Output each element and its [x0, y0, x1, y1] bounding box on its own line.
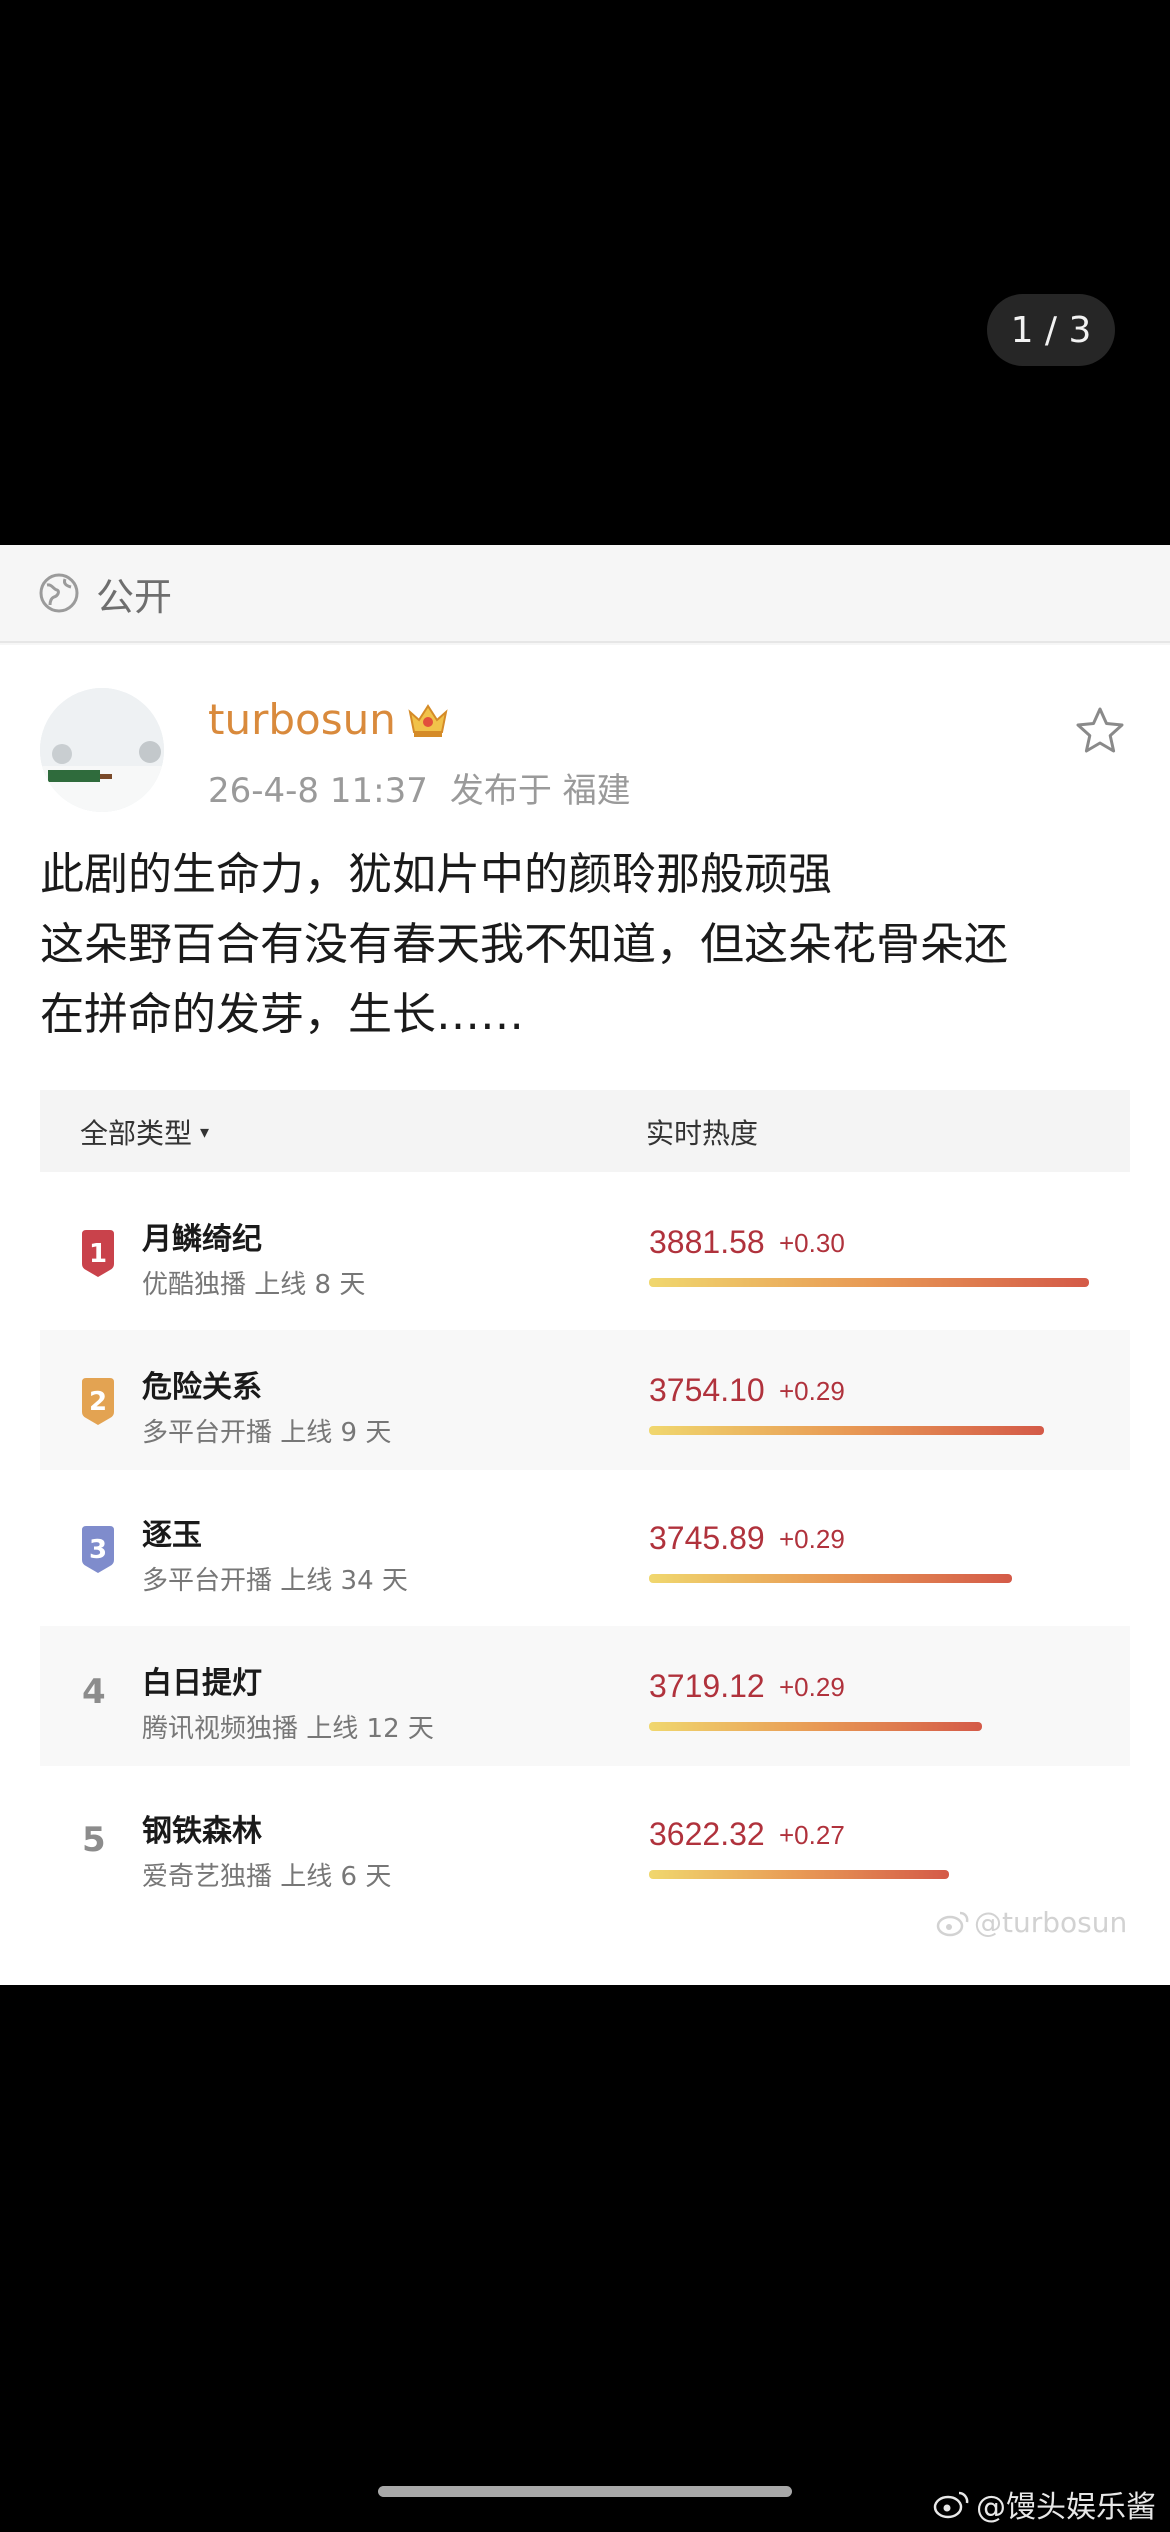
- post-meta: 26-4-8 11:37 发布于 福建: [208, 763, 631, 812]
- heat-score: 3745.89: [649, 1520, 765, 1556]
- show-title: 月鳞绮纪: [142, 1222, 262, 1257]
- show-title: 白日提灯: [142, 1666, 262, 1701]
- screenshot-image[interactable]: 公开 turbosun 26-4-8 11:37 发布于 福建 此剧的生命力，犹…: [0, 545, 1170, 1985]
- caret-down-icon: ▾: [200, 1121, 210, 1143]
- type-filter-label: 全部类型: [80, 1117, 193, 1150]
- heat-delta: +0.29: [779, 1376, 845, 1406]
- rank-number: 2: [88, 1387, 108, 1417]
- heat-bar: [649, 1278, 1089, 1287]
- heat-score: 3622.32: [649, 1816, 765, 1852]
- crown-icon: [408, 703, 448, 737]
- globe-icon: [39, 573, 79, 613]
- star-outline-icon[interactable]: [1074, 705, 1126, 757]
- ranking-table-image: 全部类型 ▾ 实时热度 1 月鳞绮纪优酷独播 上线 8 天 3881.58 +0.30…: [40, 1090, 1130, 1950]
- rank-number: 1: [88, 1239, 108, 1269]
- post-location: 发布于 福建: [449, 771, 631, 811]
- post-text-line: 此剧的生命力，犹如片中的颜聆那般顽强: [40, 849, 832, 900]
- heat-bar: [649, 1722, 982, 1731]
- show-platform-info: 多平台开播 上线 34 天: [142, 1566, 408, 1596]
- ranking-row: 2 危险关系多平台开播 上线 9 天 3754.10 +0.29: [40, 1330, 1130, 1470]
- bottom-watermark-text: @馒头娱乐酱: [976, 2490, 1156, 2525]
- show-title: 危险关系: [142, 1370, 262, 1405]
- heat-delta: +0.29: [779, 1672, 845, 1702]
- show-platform-info: 爱奇艺独播 上线 6 天: [142, 1862, 392, 1892]
- heat-bar: [649, 1574, 1012, 1583]
- post-card: turbosun 26-4-8 11:37 发布于 福建 此剧的生命力，犹如片中的…: [0, 645, 1170, 1985]
- heat-bar: [649, 1426, 1044, 1435]
- ranking-row: 3 逐玉多平台开播 上线 34 天 3745.89 +0.29: [40, 1478, 1130, 1618]
- heat-delta: +0.29: [779, 1524, 845, 1554]
- ranking-row: 5 钢铁森林爱奇艺独播 上线 6 天 3622.32 +0.27: [40, 1774, 1130, 1914]
- type-filter: 全部类型 ▾: [80, 1112, 209, 1152]
- image-page-counter: 1 / 3: [987, 294, 1115, 366]
- heat-score: 3719.12: [649, 1668, 765, 1704]
- rank-number: 3: [88, 1535, 108, 1565]
- show-title: 钢铁森林: [142, 1814, 262, 1849]
- visibility-label: 公开: [96, 574, 173, 619]
- post-text-line: 在拼命的发芽，生长……: [40, 989, 524, 1040]
- home-indicator[interactable]: [378, 2486, 792, 2497]
- show-platform-info: 腾讯视频独播 上线 12 天: [142, 1714, 434, 1744]
- weibo-icon: [933, 2491, 969, 2519]
- ranking-row: 1 月鳞绮纪优酷独播 上线 8 天 3881.58 +0.30: [40, 1182, 1130, 1322]
- weibo-icon: [936, 1911, 969, 1936]
- visibility-bar: 公开: [0, 545, 1170, 643]
- post-datetime: 26-4-8 11:37: [208, 771, 428, 811]
- heat-delta: +0.30: [779, 1228, 845, 1258]
- ranking-header: 全部类型 ▾ 实时热度: [40, 1090, 1130, 1172]
- heat-bar: [649, 1870, 949, 1879]
- bottom-watermark: @馒头娱乐酱: [932, 2482, 1156, 2526]
- heat-score: 3881.58: [649, 1224, 765, 1260]
- heat-score: 3754.10: [649, 1372, 765, 1408]
- post-text-line: 这朵野百合有没有春天我不知道，但这朵花骨朵还: [40, 919, 1008, 970]
- heat-delta: +0.27: [779, 1820, 845, 1850]
- post-text: 此剧的生命力，犹如片中的颜聆那般顽强 这朵野百合有没有春天我不知道，但这朵花骨朵…: [40, 840, 1140, 1050]
- heat-column-label: 实时热度: [646, 1117, 759, 1150]
- rank-number: 4: [82, 1672, 106, 1712]
- ranking-row: 4 白日提灯腾讯视频独播 上线 12 天 3719.12 +0.29: [40, 1626, 1130, 1766]
- image-watermark-text: @turbosun: [974, 1906, 1128, 1939]
- author-username[interactable]: turbosun: [208, 695, 450, 744]
- show-title: 逐玉: [142, 1518, 202, 1553]
- rank-number: 5: [82, 1820, 106, 1860]
- username-text: turbosun: [208, 695, 396, 744]
- avatar[interactable]: [40, 688, 164, 812]
- show-platform-info: 多平台开播 上线 9 天: [142, 1418, 392, 1448]
- image-watermark: @turbosun: [936, 1906, 1127, 1939]
- show-platform-info: 优酷独播 上线 8 天: [142, 1270, 366, 1300]
